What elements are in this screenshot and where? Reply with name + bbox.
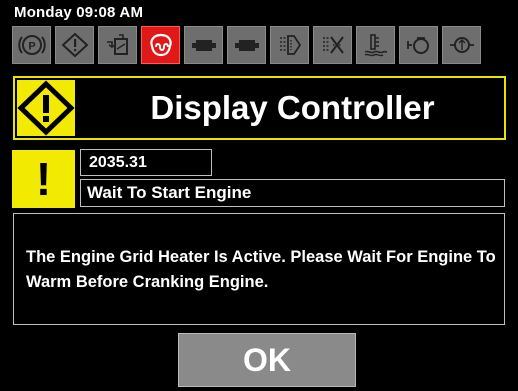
air-filter-icon xyxy=(279,35,301,55)
grid-heater-icon xyxy=(149,33,172,57)
battery-alt-indicator xyxy=(227,26,266,64)
fault-code-field: 2035.31 xyxy=(80,149,212,176)
battery-indicator xyxy=(184,26,223,64)
title-panel: Display Controller xyxy=(13,76,506,140)
message-panel: The Engine Grid Heater Is Active. Please… xyxy=(13,213,505,325)
title-warning-block xyxy=(17,80,75,136)
fuel-filter-indicator xyxy=(98,26,137,64)
indicator-bar: P xyxy=(12,26,518,66)
engine-indicator xyxy=(399,26,438,64)
date-time-label: Monday 09:08 AM xyxy=(14,4,144,21)
exclamation-icon: ! xyxy=(35,153,52,205)
warning-diamond-icon xyxy=(17,80,75,136)
oil-pressure-icon xyxy=(449,37,474,53)
fuel-filter-icon xyxy=(106,34,128,55)
page-title: Display Controller xyxy=(150,89,435,126)
battery-icon xyxy=(191,40,216,51)
alert-message: The Engine Grid Heater Is Active. Please… xyxy=(26,248,496,291)
parking-brake-icon: P xyxy=(17,35,46,55)
alert-title-field: Wait To Start Engine xyxy=(80,179,505,207)
warning-diamond-icon xyxy=(61,32,88,58)
coolant-level-indicator xyxy=(356,26,395,64)
oil-pressure-indicator xyxy=(442,26,481,64)
ok-button[interactable]: OK xyxy=(178,333,356,387)
display-screen: Monday 09:08 AM P Display Controller ! 2… xyxy=(0,0,518,391)
grid-heater-indicator xyxy=(141,26,180,64)
alert-icon-block: ! xyxy=(12,150,75,208)
parking-brake-indicator: P xyxy=(12,26,51,64)
coolant-level-icon xyxy=(364,34,387,57)
air-filter-indicator xyxy=(270,26,309,64)
warning-indicator xyxy=(55,26,94,64)
coolant-icon xyxy=(322,36,344,54)
engine-icon xyxy=(406,37,429,54)
svg-text:P: P xyxy=(28,41,35,53)
battery-alt-icon xyxy=(234,40,259,51)
coolant-indicator xyxy=(313,26,352,64)
